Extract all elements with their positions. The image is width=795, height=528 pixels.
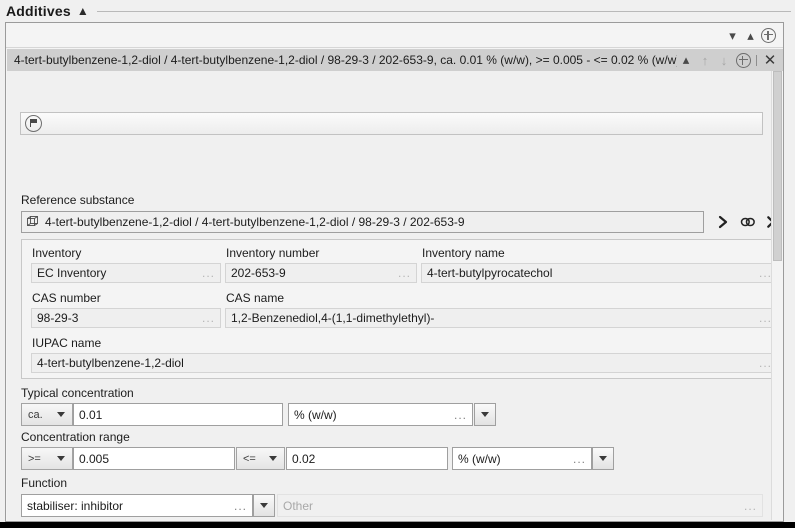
concentration-range-unit-ellipsis-icon[interactable]: ... <box>573 453 586 465</box>
concentration-range-unit-dropdown[interactable] <box>592 447 614 470</box>
cas-number-value: 98-29-3 <box>37 311 79 325</box>
vertical-scrollbar[interactable] <box>771 71 782 520</box>
flag-toolbar <box>20 112 763 135</box>
molecule-cube-icon <box>27 216 38 226</box>
page-title: Additives <box>6 3 71 19</box>
chevron-down-icon[interactable]: ▾ <box>724 27 741 44</box>
typical-concentration-unit: % (w/w) <box>294 407 337 422</box>
inventory-name-field[interactable]: 4-tert-butylpyrocatechol ... <box>421 263 773 283</box>
cas-name-label: CAS name <box>226 291 285 305</box>
chevron-down-icon <box>269 456 277 461</box>
inventory-ellipsis-icon[interactable]: ... <box>202 267 215 279</box>
reference-substance-buttons <box>713 211 773 233</box>
cas-number-field[interactable]: 98-29-3 ... <box>31 308 221 328</box>
concentration-range-lower-qualifier-select[interactable]: >= <box>21 447 73 470</box>
function-other-placeholder: Other <box>283 498 314 513</box>
move-up-icon[interactable]: ↑ <box>696 51 714 69</box>
concentration-range-lower-qualifier-value: >= <box>28 452 41 465</box>
typical-concentration-value-input[interactable]: 0.01 <box>73 403 283 426</box>
close-record-icon[interactable]: ✕ <box>761 51 779 69</box>
reference-substance-label: Reference substance <box>21 193 135 207</box>
inventory-number-ellipsis-icon[interactable]: ... <box>398 267 411 279</box>
inventory-field[interactable]: EC Inventory ... <box>31 263 221 283</box>
section-header: Additives ▲ <box>0 0 795 22</box>
inventory-group: Inventory Inventory number Inventory nam… <box>21 239 773 379</box>
function-label: Function <box>21 476 68 490</box>
chevron-down-icon <box>260 503 268 508</box>
cas-number-ellipsis-icon[interactable]: ... <box>202 312 215 324</box>
typical-concentration-qualifier-select[interactable]: ca. <box>21 403 73 426</box>
flag-icon[interactable] <box>25 115 42 132</box>
chevron-down-icon <box>57 412 65 417</box>
inventory-number-field[interactable]: 202-653-9 ... <box>225 263 417 283</box>
concentration-range-lower-input[interactable]: 0.005 <box>73 447 235 470</box>
panel-toolbar: ▾ ▴ <box>6 23 783 48</box>
concentration-range-upper-input[interactable]: 0.02 <box>286 447 448 470</box>
header-divider <box>96 10 791 12</box>
function-ellipsis-icon[interactable]: ... <box>234 500 247 512</box>
toolbar-divider <box>756 54 757 66</box>
inventory-number-value: 202-653-9 <box>231 266 286 280</box>
circle-plus-icon[interactable] <box>760 27 777 44</box>
chevron-up-icon[interactable]: ▴ <box>742 27 759 44</box>
reference-substance-input[interactable]: 4-tert-butylbenzene-1,2-diol / 4-tert-bu… <box>21 211 704 233</box>
record-content: Reference substance 4-tert-butylbenzene-… <box>7 71 773 520</box>
typical-concentration-value: 0.01 <box>79 407 103 422</box>
typical-concentration-unit-field[interactable]: % (w/w) ... <box>288 403 473 426</box>
additives-panel: ▾ ▴ 4-tert-butylbenzene-1,2-diol / 4-ter… <box>5 22 784 522</box>
cas-number-label: CAS number <box>32 291 101 305</box>
collapse-record-icon[interactable]: ▴ <box>677 51 695 69</box>
record-summary-text: 4-tert-butylbenzene-1,2-diol / 4-tert-bu… <box>14 53 677 67</box>
function-other-field[interactable]: Other ... <box>277 494 763 517</box>
inventory-number-label: Inventory number <box>226 246 320 260</box>
concentration-range-upper-qualifier-select[interactable]: <= <box>236 447 285 470</box>
go-to-reference-button[interactable] <box>713 213 732 232</box>
record-summary-row[interactable]: 4-tert-butylbenzene-1,2-diol / 4-tert-bu… <box>7 49 783 71</box>
function-dropdown[interactable] <box>253 494 275 517</box>
add-record-icon[interactable] <box>734 51 752 69</box>
chevron-down-icon <box>57 456 65 461</box>
concentration-range-upper-value: 0.02 <box>292 451 316 466</box>
reference-substance-row: 4-tert-butylbenzene-1,2-diol / 4-tert-bu… <box>21 211 773 233</box>
cas-name-value: 1,2-Benzenediol,4-(1,1-dimethylethyl)- <box>231 311 435 325</box>
move-down-icon[interactable]: ↓ <box>715 51 733 69</box>
function-value: stabiliser: inhibitor <box>27 498 124 513</box>
iupac-name-field[interactable]: 4-tert-butylbenzene-1,2-diol ... <box>31 353 773 373</box>
concentration-range-label: Concentration range <box>21 430 130 444</box>
iupac-name-value: 4-tert-butylbenzene-1,2-diol <box>37 356 184 370</box>
inventory-label: Inventory <box>32 246 82 260</box>
additives-panel-screen: Additives ▲ ▾ ▴ 4-tert-butylbenzene-1,2-… <box>0 0 795 528</box>
iupac-name-label: IUPAC name <box>32 336 102 350</box>
cas-name-field[interactable]: 1,2-Benzenediol,4-(1,1-dimethylethyl)- .… <box>225 308 773 328</box>
reference-substance-value: 4-tert-butylbenzene-1,2-diol / 4-tert-bu… <box>45 215 465 229</box>
typical-concentration-unit-ellipsis-icon[interactable]: ... <box>454 409 467 421</box>
function-field[interactable]: stabiliser: inhibitor ... <box>21 494 253 517</box>
inventory-name-label: Inventory name <box>422 246 505 260</box>
section-collapse-icon[interactable]: ▲ <box>77 5 89 17</box>
inventory-name-value: 4-tert-butylpyrocatechol <box>427 266 553 280</box>
link-reference-button[interactable] <box>738 213 757 232</box>
chevron-down-icon <box>481 412 489 417</box>
scrollbar-thumb[interactable] <box>773 71 782 261</box>
concentration-range-upper-qualifier-value: <= <box>243 452 256 465</box>
chevron-down-icon <box>599 456 607 461</box>
typical-concentration-label: Typical concentration <box>21 386 134 400</box>
function-other-ellipsis-icon[interactable]: ... <box>744 500 757 512</box>
window-bottom-edge <box>0 522 795 528</box>
concentration-range-lower-value: 0.005 <box>79 451 110 466</box>
typical-concentration-unit-dropdown[interactable] <box>474 403 496 426</box>
record-actions: ▴ ↑ ↓ ✕ <box>677 51 783 69</box>
concentration-range-unit-field[interactable]: % (w/w) ... <box>452 447 592 470</box>
concentration-range-unit: % (w/w) <box>458 451 501 466</box>
inventory-value: EC Inventory <box>37 266 107 280</box>
typical-concentration-qualifier-value: ca. <box>28 408 43 421</box>
